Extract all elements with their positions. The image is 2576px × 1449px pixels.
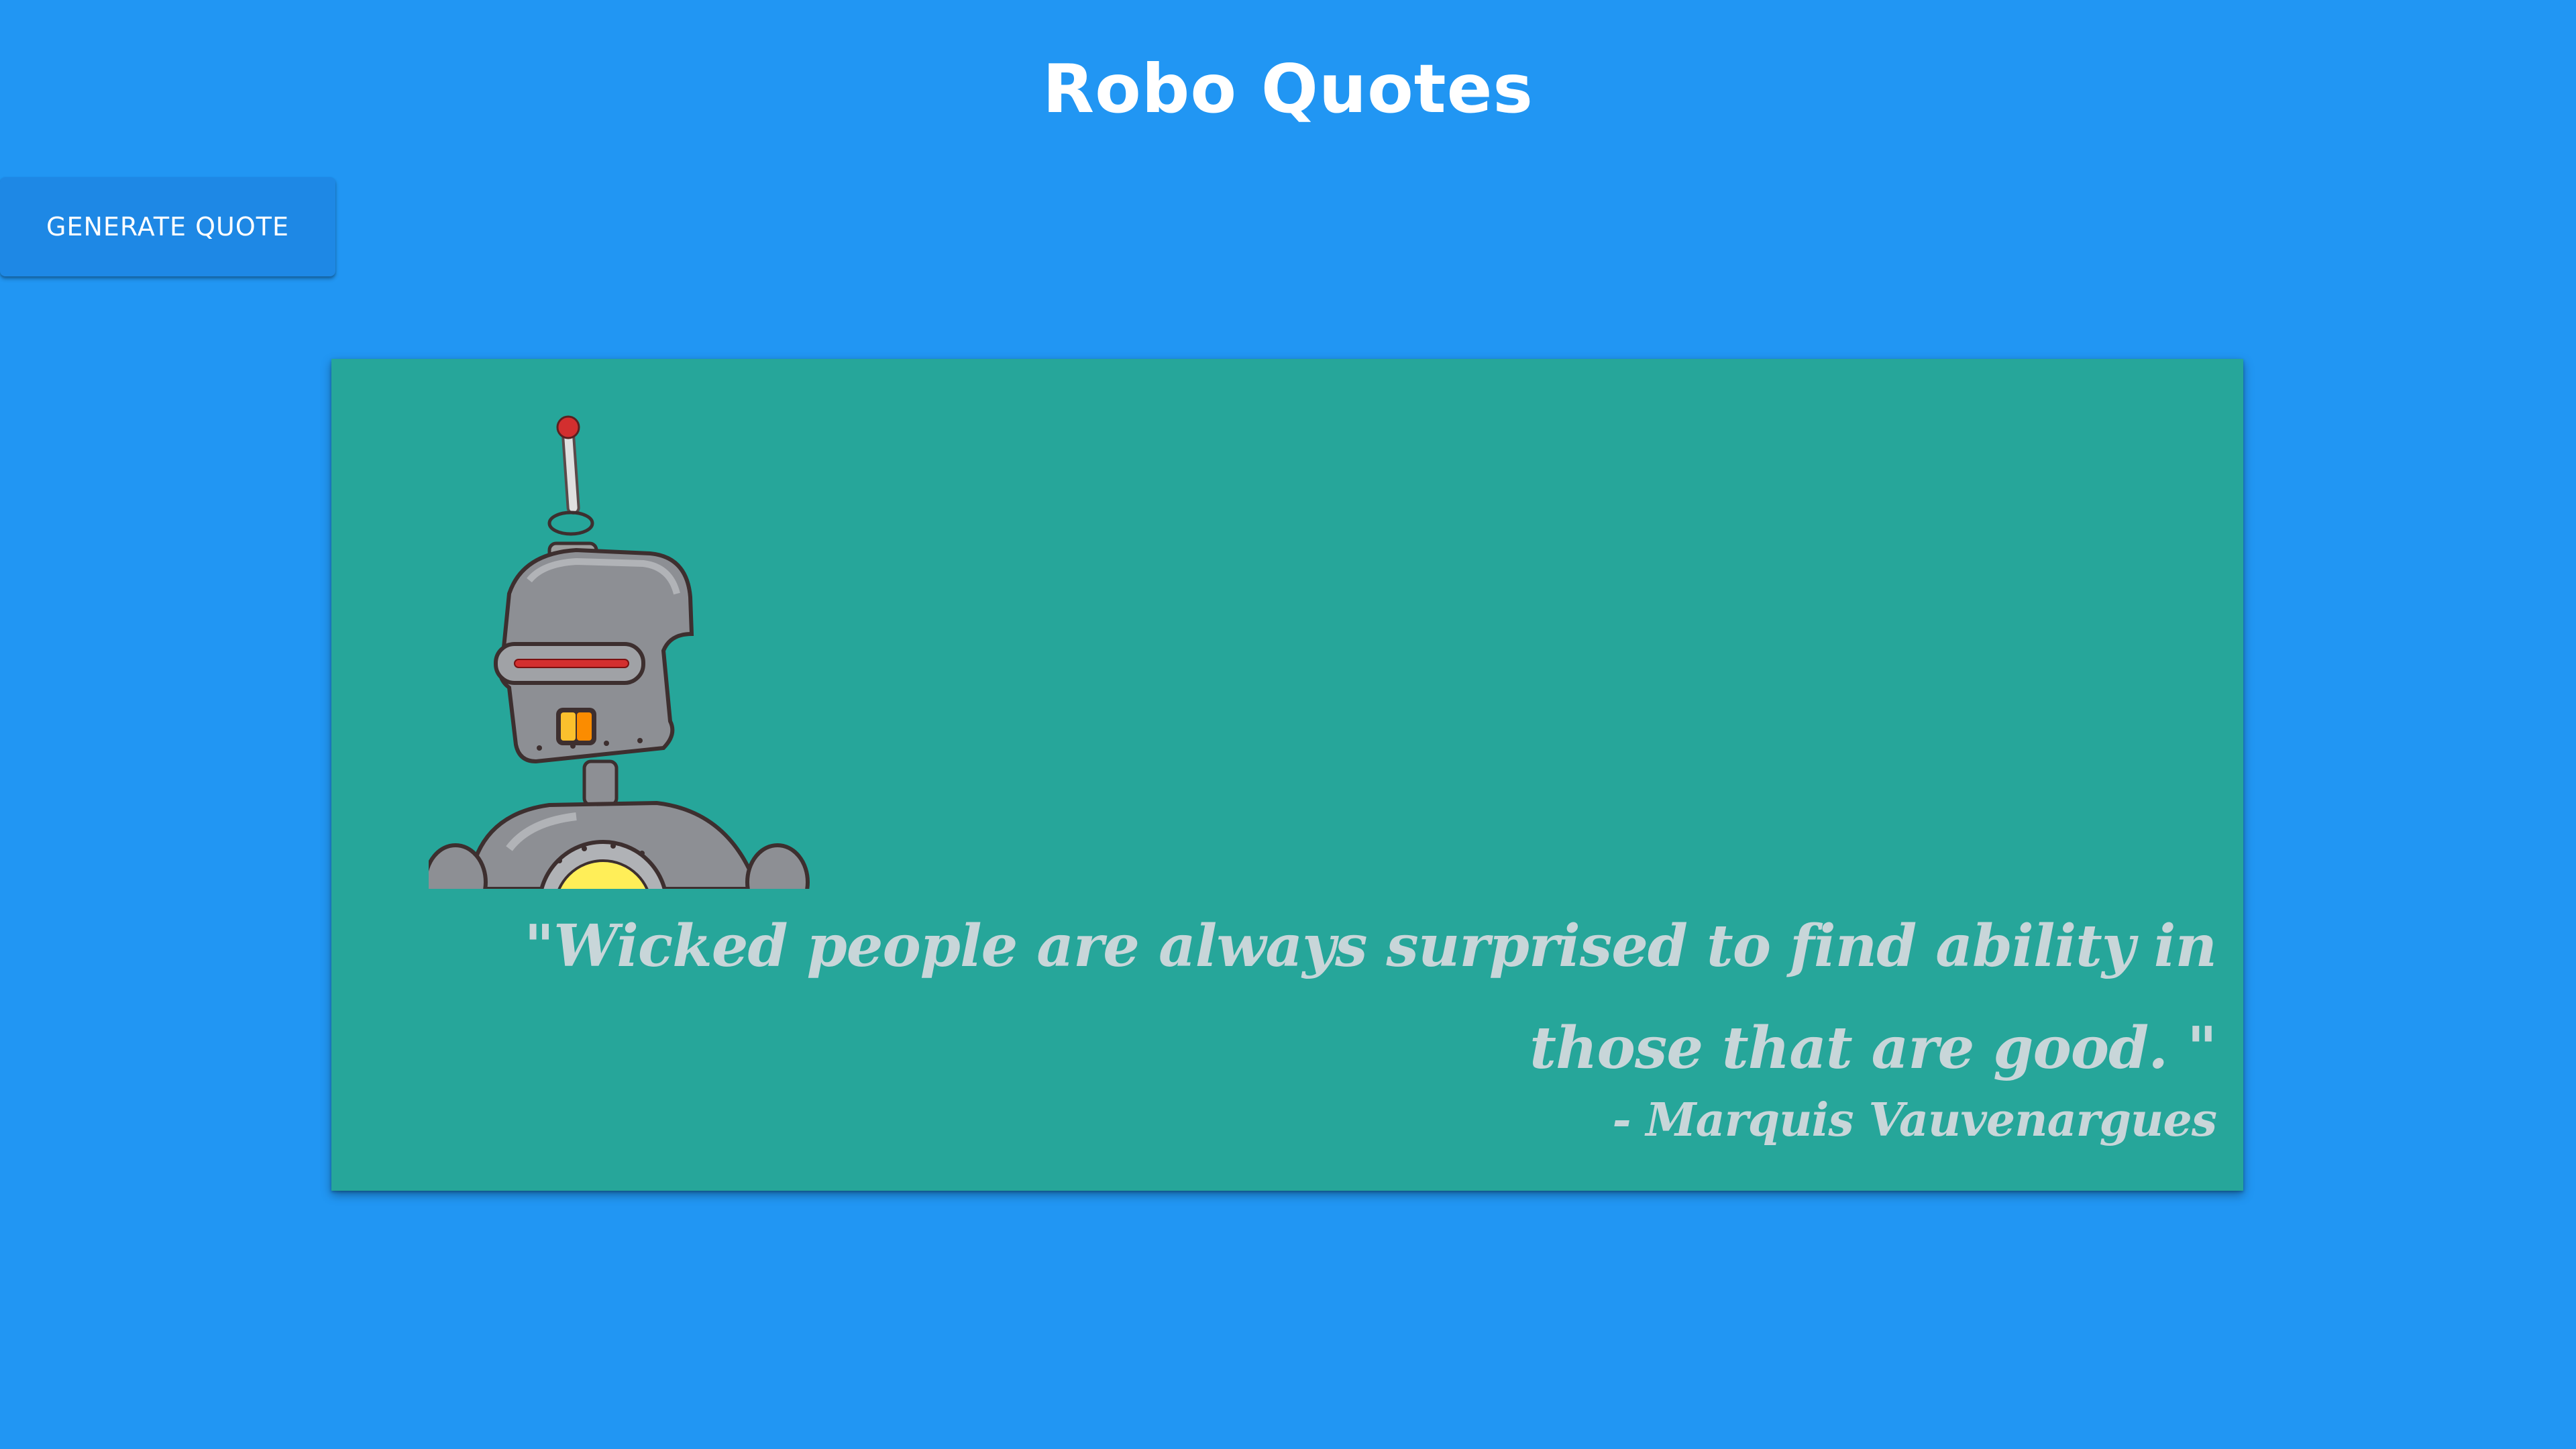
quote-author: - Marquis Vauvenargues <box>1612 1093 2217 1147</box>
generate-quote-button[interactable]: GENERATE QUOTE <box>0 177 335 276</box>
page-title: Robo Quotes <box>1042 50 1534 128</box>
robot-illustration <box>429 413 831 889</box>
quote-text: "Wicked people are always surprised to f… <box>524 912 2217 1082</box>
app-page: Robo Quotes GENERATE QUOTE "Wicked peopl… <box>0 0 2576 1449</box>
quote-card: "Wicked people are always surprised to f… <box>331 359 2243 1191</box>
